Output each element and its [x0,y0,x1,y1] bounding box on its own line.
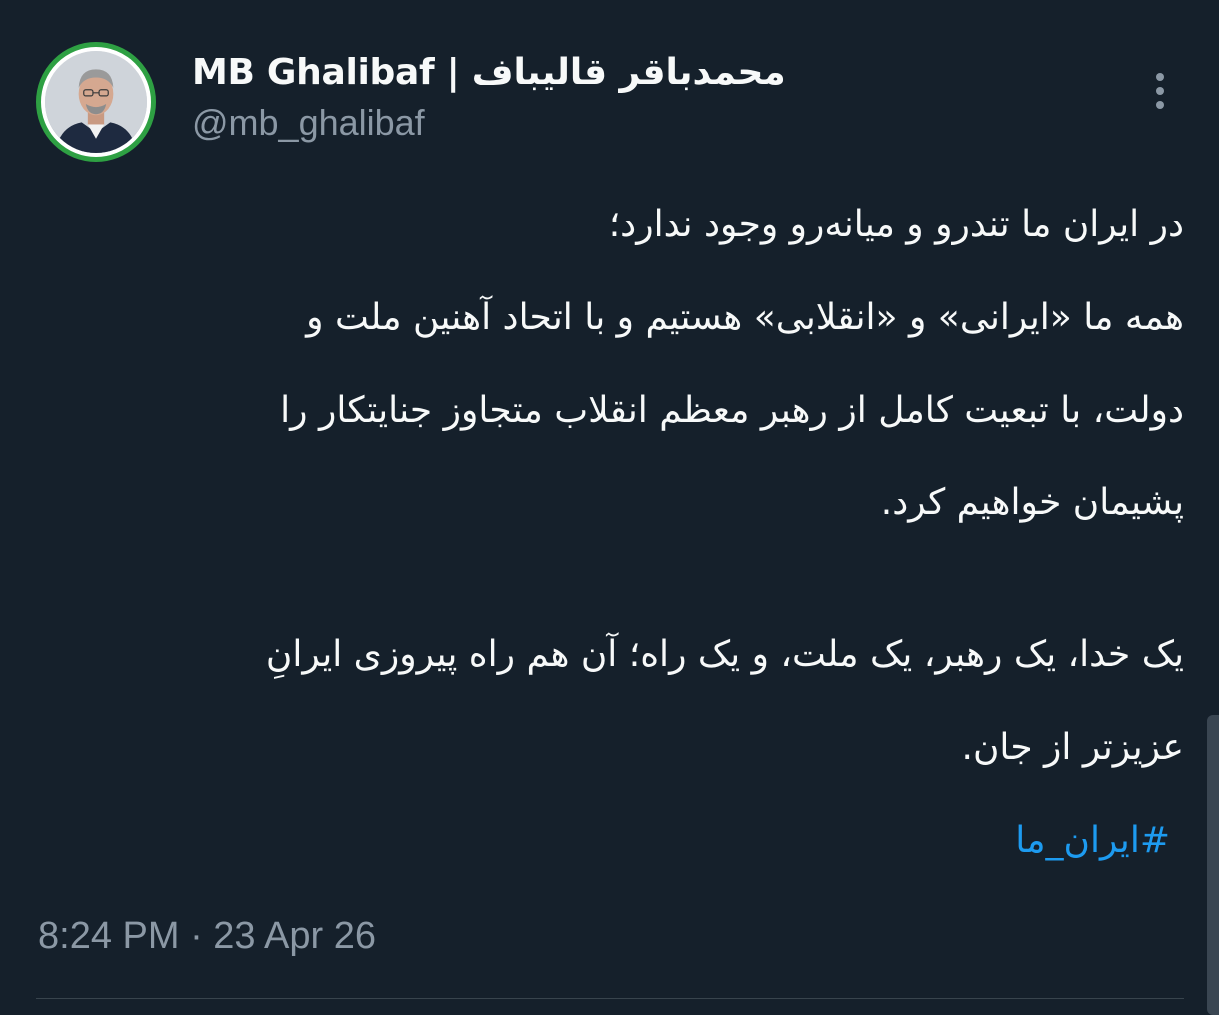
tweet-text-line: دولت، با تبعیت کامل از رهبر معظم انقلاب … [280,390,1184,431]
tweet-text-line: پشیمان خواهیم کرد. [880,482,1184,523]
more-options-button[interactable] [1140,66,1180,116]
divider [36,998,1184,999]
tweet-text-line: عزیزتر از جان. [961,727,1185,768]
hashtag-link[interactable]: #ایران_ما [60,820,1170,861]
tweet-text-line: یک خدا، یک رهبر، یک ملت، و یک راه؛ آن هم… [265,634,1184,675]
author-handle[interactable]: @mb_ghalibaf [192,102,425,144]
more-options-icon [1156,101,1164,109]
more-options-icon [1156,73,1164,81]
tweet-text-line: در ایران ما تندرو و میانه‌رو وجود ندارد؛ [608,204,1184,245]
author-display-name[interactable]: MB Ghalibaf | محمدباقر قالیباف [192,52,786,93]
avatar[interactable] [36,42,156,162]
scrollbar[interactable] [1207,715,1219,1015]
tweet-timestamp[interactable]: 8:24 PM · 23 Apr 26 [38,915,376,958]
tweet-text-line: همه ما «ایرانی» و «انقلابی» هستیم و با ا… [306,297,1184,338]
profile-photo-icon [45,51,147,153]
tweet-card: MB Ghalibaf | محمدباقر قالیباف @mb_ghali… [0,0,1219,1015]
more-options-icon [1156,87,1164,95]
